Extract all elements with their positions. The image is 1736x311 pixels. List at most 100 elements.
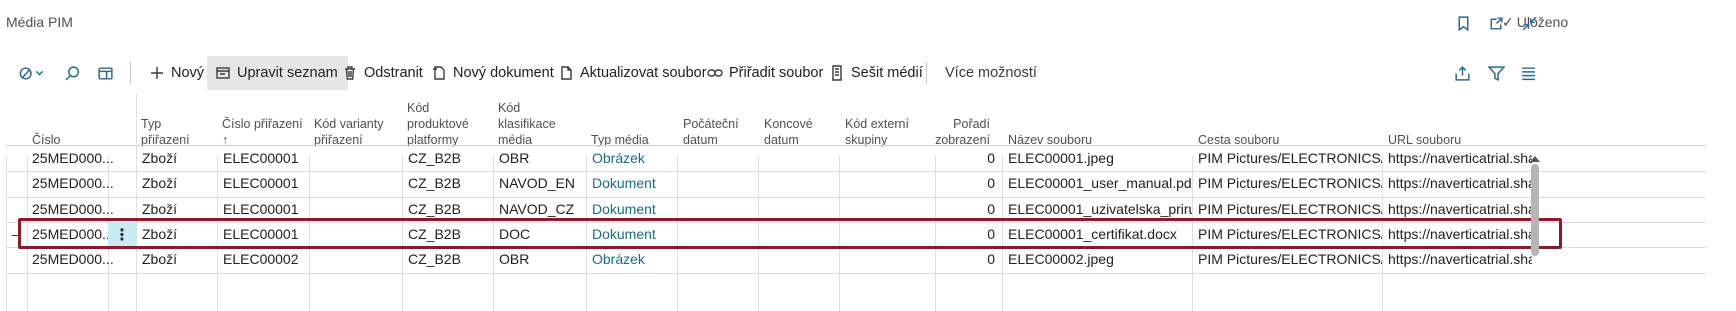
book-icon [832,65,842,81]
cell-media-type[interactable]: Obrázek [586,247,677,272]
cell-start-date [677,197,758,222]
cell-assignment-number: ELEC00001 [223,225,299,242]
edit-list-icon [216,67,230,79]
media-book-button[interactable]: Sešit médií [821,56,931,90]
cell-platform-code: CZ_B2B [408,150,461,166]
search-icon[interactable] [60,61,84,85]
cell-media-type[interactable]: Dokument [586,197,677,222]
assign-file-button[interactable]: Přiřadit soubor [699,56,831,90]
cell-external-group-code [839,146,935,171]
document-icon [561,66,572,80]
new-document-button[interactable]: Nový dokument [423,56,562,90]
cell-external-group-code [839,247,935,272]
cell-classification-code: NAVOD_CZ [499,200,575,217]
cell-assignment-number: ELEC00001 [223,200,299,217]
cell-media-type[interactable]: Dokument [586,171,677,196]
cell-number[interactable]: 25MED000... [26,197,114,222]
cell-start-date [677,146,758,171]
cell-end-date [758,197,839,222]
separator [926,62,927,84]
table-row[interactable]: 25MED000... Zboží ELEC00002 CZ_B2B OBR Obráze… [6,247,1706,272]
row-actions-menu[interactable]: ⋮ [108,221,136,248]
cell-start-date [677,222,758,247]
cell-file-url: https://naverticatrial.share [1388,150,1532,166]
cell-end-date [758,222,839,247]
trash-icon [345,66,355,80]
cell-variant-code [309,222,402,247]
cell-end-date [758,247,839,272]
more-options-button-label: Více možností [945,65,1037,81]
show-details-icon[interactable] [93,61,117,85]
new-button[interactable]: Nový [141,56,212,90]
cell-end-date [758,146,839,171]
delete-button-label: Odstranit [364,65,423,81]
filter-icon[interactable] [1484,61,1508,85]
cell-number[interactable]: 25MED000... [26,146,114,171]
share-icon[interactable] [1450,61,1474,85]
cell-external-group-code [839,197,935,222]
cell-variant-code [309,171,402,196]
cell-file-name: ELEC00001.jpeg [1008,150,1114,166]
update-file-button[interactable]: Aktualizovat soubor [550,56,715,90]
cell-media-type[interactable]: Dokument [586,222,677,247]
cell-variant-code [309,197,402,222]
edit-list-button[interactable]: Upravit seznam [207,56,348,90]
collapse-icon[interactable] [1518,12,1540,34]
cell-classification-code: NAVOD_EN [499,175,575,192]
more-options-button[interactable]: Více možností [937,56,1045,90]
edit-mode-dropdown-icon[interactable] [14,61,48,85]
cell-assignment-type: Zboží [142,175,178,192]
cell-display-order: 0 [987,225,995,242]
bookmark-icon[interactable] [1452,12,1474,34]
current-row-marker [12,235,18,236]
cell-file-path: PIM Pictures/ELECTRONICS/../... [1198,225,1382,242]
cell-media-type[interactable]: Obrázek [586,146,677,171]
cell-file-name: ELEC00001_uzivatelska_prirucк... [1008,200,1192,217]
cell-assignment-number: ELEC00001 [223,150,299,166]
vertical-scrollbar[interactable] [1530,156,1540,311]
cell-assignment-type: Zboží [142,150,178,166]
cell-platform-code: CZ_B2B [408,251,461,268]
cell-classification-code: DOC [499,225,531,242]
cell-file-path: PIM Pictures/ELECTRONICS/EL... [1198,251,1382,268]
scroll-up-arrow[interactable] [1530,156,1540,162]
cell-display-order: 0 [987,200,995,217]
cell-variant-code [309,247,402,272]
cell-external-group-code [839,171,935,196]
cell-file-path: PIM Pictures/ELECTRONICS/EL... [1198,200,1382,217]
cell-external-group-code [839,222,935,247]
cell-number[interactable]: 25MED000... [26,247,114,272]
new-button-label: Nový [171,65,205,81]
table-row[interactable]: 25MED000... Zboží ELEC00001 CZ_B2B NAVOD_CZ D… [6,197,1706,222]
cell-platform-code: CZ_B2B [408,225,461,242]
cell-classification-code: OBR [499,251,530,268]
cell-platform-code: CZ_B2B [408,200,461,217]
scroll-thumb[interactable] [1531,164,1539,256]
cell-display-order: 0 [987,175,995,192]
cell-start-date [677,171,758,196]
cell-file-path: PIM Pictures/ELECTRONICS/EL... [1198,175,1382,192]
delete-button[interactable]: Odstranit [334,56,431,90]
cell-end-date [758,171,839,196]
cell-number[interactable]: 25MED000... [26,222,114,247]
cell-assignment-type: Zboží [142,251,178,268]
assign-file-button-label: Přiřadit soubor [729,65,824,81]
edit-list-button-label: Upravit seznam [237,65,338,81]
open-new-window-icon[interactable] [1485,12,1507,34]
link-icon [707,69,723,77]
table-row[interactable]: 25MED000... Zboží ELEC00001 CZ_B2B DOC Dokume… [6,221,1706,248]
list-view-icon[interactable] [1516,61,1540,85]
table-row[interactable]: 25MED000... Zboží ELEC00001 CZ_B2B NAVOD_EN D… [6,171,1706,196]
new-document-button-label: Nový dokument [453,65,554,81]
row-divider [6,272,1706,274]
cell-assignment-number: ELEC00001 [223,175,299,192]
update-file-button-label: Aktualizovat soubor [580,65,707,81]
cell-number[interactable]: 25MED000... [26,171,114,196]
new-document-icon [433,66,445,80]
cell-display-order: 0 [987,150,995,166]
cell-variant-code [309,146,402,171]
page-title: Média PIM [6,14,73,30]
table-row[interactable]: 25MED000... Zboží ELEC00001 CZ_B2B OBR Obráze… [6,146,1706,171]
plus-icon [151,67,163,79]
title-bar: Média PIM ✓ Uloženo [0,0,1736,46]
